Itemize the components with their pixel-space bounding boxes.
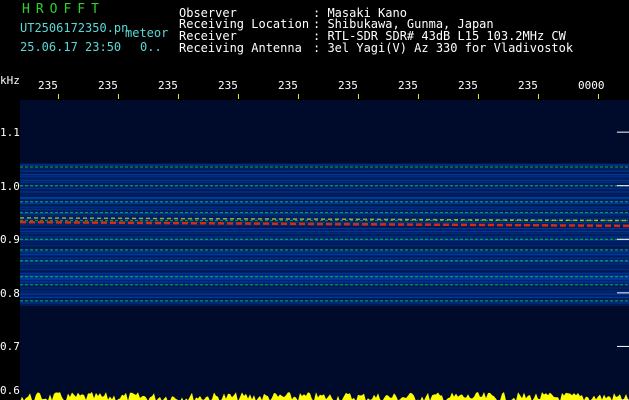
time-tick-label: 0000 [578,79,605,92]
time-tick-mark [598,94,599,99]
freq-tick-label: 0.7 [0,340,20,354]
time-tick-label: 235 [218,79,238,92]
antenna-value: : 3el Yagi(V) Az 330 for Vladivostok [313,41,574,55]
freq-tick-label: 1.1 [0,126,20,140]
datetime-label: 25.06.17 23:50 [20,40,122,54]
time-tick-label: 235 [338,79,358,92]
time-tick-label: 235 [158,79,178,92]
time-tick-mark [418,94,419,99]
freq-tick-label: 0.8 [0,286,20,300]
antenna-label: Receiving Antenna [179,41,302,55]
time-tick-label: 235 [278,79,298,92]
mode-label: meteor [125,26,169,40]
waterfall-spectrogram [20,100,629,400]
unit-label: kHz [0,74,20,87]
time-tick-mark [358,94,359,99]
freq-tick-label: 0.9 [0,233,20,247]
time-tick-mark [538,94,539,99]
time-tick-mark [118,94,119,99]
time-tick-label: 235 [458,79,478,92]
time-tick-mark [178,94,179,99]
time-tick-label: 235 [38,79,58,92]
time-tick-mark [238,94,239,99]
freq-tick-label: 0.6 [0,384,20,397]
count-label: 0.. [140,40,162,54]
time-tick-mark [58,94,59,99]
app-title: HROFFT [22,2,105,17]
time-tick-mark [298,94,299,99]
time-tick-label: 235 [398,79,418,92]
filename-label: UT2506172350.pn [20,21,129,35]
time-tick-label: 235 [518,79,538,92]
time-tick-mark [478,94,479,99]
freq-tick-label: 1.0 [0,179,20,193]
time-tick-label: 235 [98,79,118,92]
